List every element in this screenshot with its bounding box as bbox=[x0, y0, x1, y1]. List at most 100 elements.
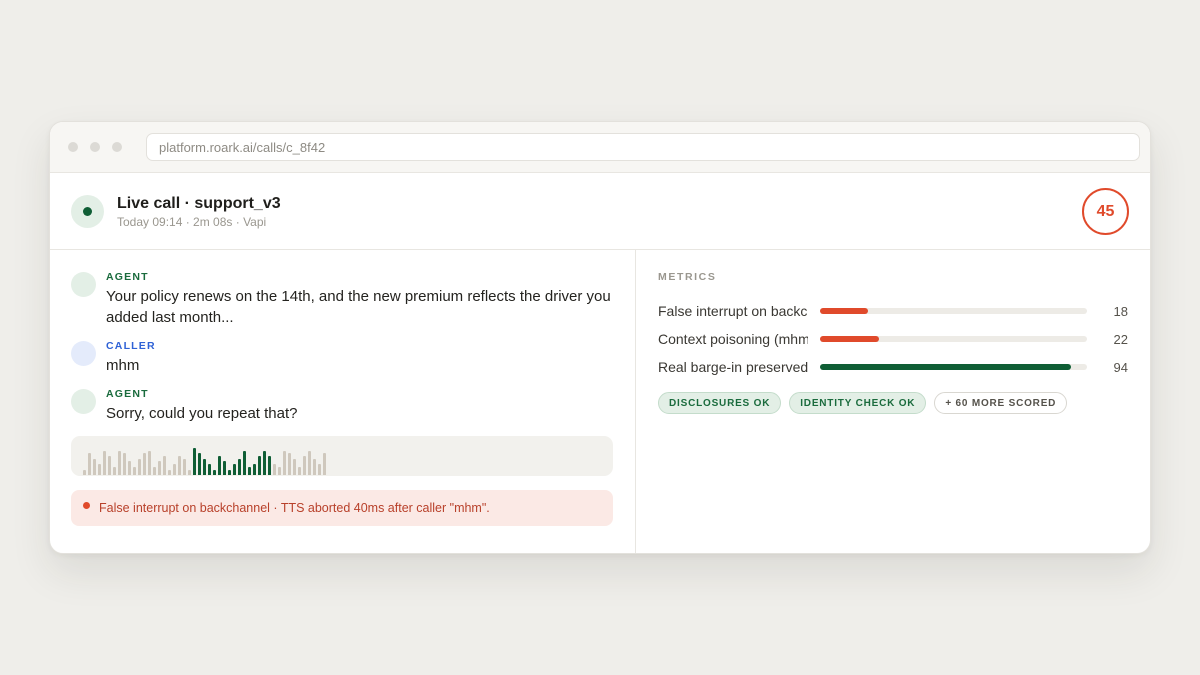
waveform-bar bbox=[253, 464, 256, 475]
waveform-bar bbox=[258, 456, 261, 475]
waveform-bar bbox=[218, 456, 221, 475]
metric-bar-fill bbox=[820, 364, 1071, 370]
waveform-bar bbox=[208, 464, 211, 475]
message-text: mhm bbox=[106, 357, 140, 374]
waveform-bar bbox=[213, 470, 216, 475]
waveform-bar bbox=[168, 470, 171, 475]
url-text: platform.roark.ai/calls/c_8f42 bbox=[159, 139, 326, 155]
waveform-bar bbox=[123, 453, 126, 475]
audio-waveform[interactable] bbox=[71, 436, 613, 476]
waveform-bar bbox=[148, 451, 151, 475]
metric-value: 94 bbox=[1113, 359, 1128, 375]
call-body: AGENT Your policy renews on the 14th, an… bbox=[50, 250, 1150, 553]
waveform-bar bbox=[193, 448, 196, 475]
waveform-bar bbox=[158, 461, 161, 475]
waveform-bar bbox=[303, 456, 306, 475]
metric-row[interactable]: Context poisoning (mhm) 22 bbox=[658, 325, 1128, 353]
waveform-bar bbox=[243, 451, 246, 475]
transcript-message: CALLER mhm bbox=[71, 340, 613, 376]
waveform-bar bbox=[263, 451, 266, 475]
transcript-message: AGENT Your policy renews on the 14th, an… bbox=[71, 271, 613, 328]
metric-label: Real barge-in preserved bbox=[658, 359, 808, 375]
caller-avatar bbox=[71, 341, 96, 366]
metric-value: 22 bbox=[1113, 331, 1128, 347]
waveform-bar bbox=[198, 453, 201, 475]
waveform-bar bbox=[233, 464, 236, 475]
call-titles: Live call · support_v3 Today 09:14 · 2m … bbox=[117, 194, 281, 229]
call-header: Live call · support_v3 Today 09:14 · 2m … bbox=[50, 173, 1150, 250]
waveform-bar bbox=[308, 451, 311, 475]
metric-row[interactable]: Real barge-in preserved 94 bbox=[658, 353, 1128, 381]
waveform-bar bbox=[183, 459, 186, 475]
agent-avatar bbox=[71, 272, 96, 297]
waveform-bar bbox=[173, 464, 176, 475]
call-score-value: 45 bbox=[1096, 202, 1115, 220]
waveform-bar bbox=[103, 451, 106, 475]
chip-disclosures-ok[interactable]: DISCLOSURES OK bbox=[658, 392, 782, 414]
waveform-bar bbox=[293, 459, 296, 475]
waveform-bar bbox=[248, 467, 251, 475]
metric-bar-track bbox=[820, 336, 1087, 342]
message-role: CALLER bbox=[106, 340, 156, 352]
waveform-bar bbox=[228, 470, 231, 475]
transcript-panel: AGENT Your policy renews on the 14th, an… bbox=[50, 250, 636, 553]
waveform-bar bbox=[108, 456, 111, 475]
waveform-bar bbox=[133, 467, 136, 475]
waveform-bar bbox=[98, 464, 101, 475]
live-dot-icon bbox=[83, 206, 92, 216]
waveform-bar bbox=[323, 453, 326, 475]
waveform-bar bbox=[298, 467, 301, 475]
metric-row[interactable]: False interrupt on backchannel 18 bbox=[658, 297, 1128, 325]
metrics-panel: METRICS False interrupt on backchannel 1… bbox=[636, 250, 1150, 553]
message-text: Your policy renews on the 14th, and the … bbox=[106, 288, 611, 326]
alert-dot-icon bbox=[83, 501, 90, 509]
waveform-bar bbox=[283, 451, 286, 475]
agent-avatar bbox=[71, 389, 96, 414]
metric-label: False interrupt on backchannel bbox=[658, 303, 808, 319]
message-role: AGENT bbox=[106, 271, 149, 283]
waveform-bar bbox=[83, 470, 86, 475]
browser-window: platform.roark.ai/calls/c_8f42 Live call… bbox=[49, 121, 1151, 554]
waveform-bar bbox=[93, 459, 96, 475]
metrics-title: METRICS bbox=[658, 271, 717, 283]
call-score-badge[interactable]: 45 bbox=[1082, 188, 1129, 235]
waveform-bar bbox=[288, 453, 291, 475]
transcript-message: AGENT Sorry, could you repeat that? bbox=[71, 388, 613, 424]
waveform-bar bbox=[163, 456, 166, 475]
waveform-bar bbox=[188, 470, 191, 475]
metric-bar-track bbox=[820, 364, 1087, 370]
window-maximize-dot[interactable] bbox=[112, 142, 122, 152]
alert-text: False interrupt on backchannel · TTS abo… bbox=[99, 501, 490, 515]
live-status-icon bbox=[71, 194, 104, 228]
waveform-bar bbox=[278, 467, 281, 475]
call-subtitle: Today 09:14 · 2m 08s · Vapi bbox=[117, 214, 267, 229]
metric-value: 18 bbox=[1113, 303, 1128, 319]
waveform-bar bbox=[153, 467, 156, 475]
metric-label: Context poisoning (mhm) bbox=[658, 331, 808, 347]
chip-identity-check-ok[interactable]: IDENTITY CHECK OK bbox=[789, 392, 927, 414]
message-text: Sorry, could you repeat that? bbox=[106, 405, 298, 422]
waveform-bar bbox=[223, 461, 226, 475]
waveform-bars bbox=[83, 448, 328, 475]
waveform-bar bbox=[118, 451, 121, 475]
metric-bar-fill bbox=[820, 308, 869, 314]
interrupt-alert: False interrupt on backchannel · TTS abo… bbox=[71, 490, 613, 526]
window-minimize-dot[interactable] bbox=[90, 142, 100, 152]
message-role: AGENT bbox=[106, 388, 149, 400]
address-bar[interactable]: platform.roark.ai/calls/c_8f42 bbox=[146, 133, 1140, 161]
chip-more-scored[interactable]: + 60 MORE SCORED bbox=[934, 392, 1068, 414]
call-title: Live call · support_v3 bbox=[117, 194, 281, 212]
waveform-bar bbox=[113, 467, 116, 475]
browser-titlebar: platform.roark.ai/calls/c_8f42 bbox=[50, 122, 1150, 173]
waveform-bar bbox=[203, 459, 206, 475]
check-chips: DISCLOSURES OK IDENTITY CHECK OK + 60 MO… bbox=[658, 392, 1128, 414]
waveform-bar bbox=[138, 459, 141, 475]
waveform-bar bbox=[88, 453, 91, 475]
metric-bar-track bbox=[820, 308, 1087, 314]
waveform-bar bbox=[238, 459, 241, 475]
waveform-bar bbox=[178, 456, 181, 475]
waveform-bar bbox=[313, 459, 316, 475]
waveform-bar bbox=[318, 464, 321, 475]
window-close-dot[interactable] bbox=[68, 142, 78, 152]
waveform-bar bbox=[273, 464, 276, 475]
